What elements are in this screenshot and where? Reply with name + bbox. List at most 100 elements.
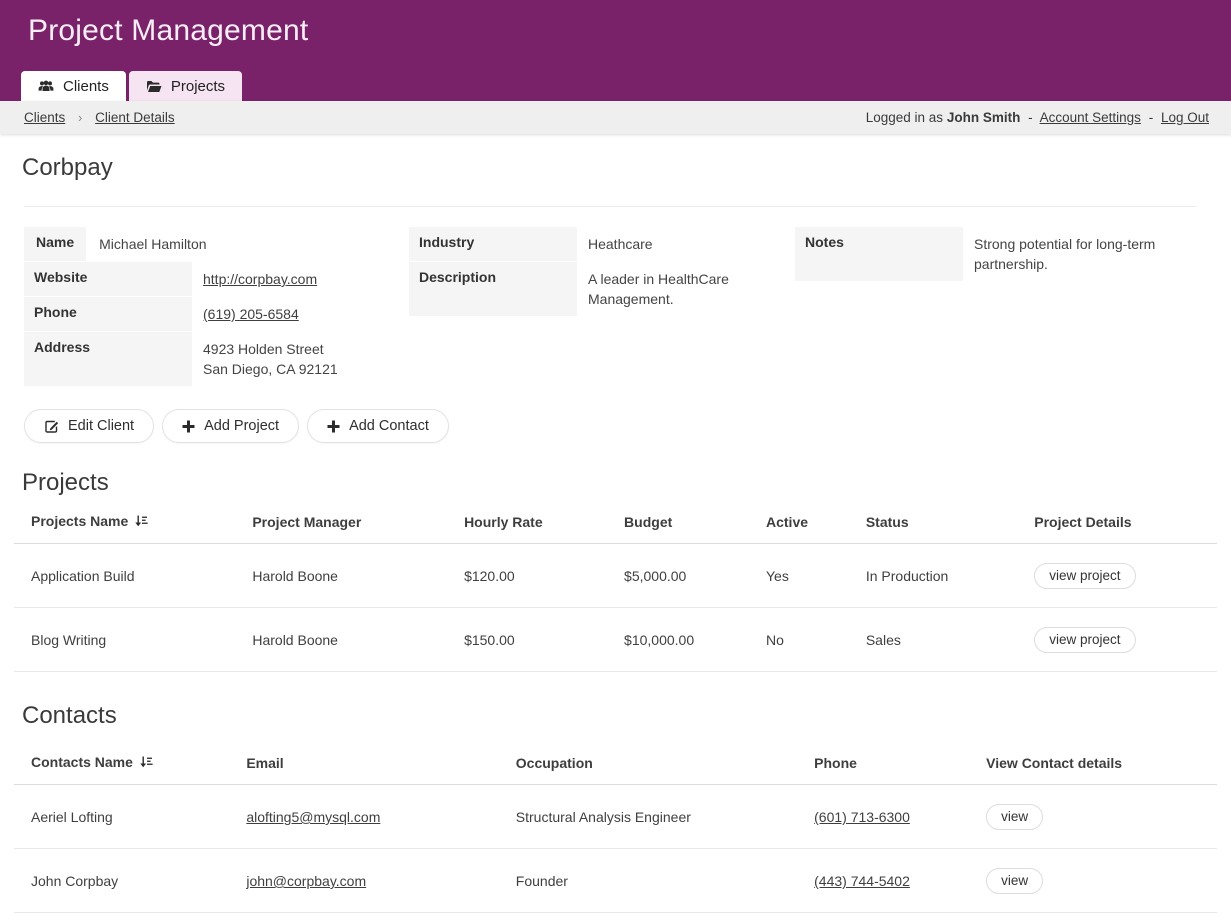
column-header-budget: Budget bbox=[607, 501, 749, 544]
detail-label: Notes bbox=[795, 227, 963, 281]
breadcrumb: Clients › Client Details bbox=[24, 110, 175, 125]
pencil-square-icon bbox=[44, 419, 59, 434]
contact-phone-cell bbox=[797, 913, 969, 916]
contacts-table: Contacts Name Email Occupation bbox=[14, 742, 1217, 916]
breadcrumb-link-clients[interactable]: Clients bbox=[24, 110, 65, 125]
column-header-hourly-rate: Hourly Rate bbox=[447, 501, 607, 544]
detail-row-website: Website http://corpbay.com bbox=[24, 262, 390, 296]
contact-email-cell bbox=[229, 913, 498, 916]
projects-table: Projects Name Project Manager Hourly Rat… bbox=[14, 501, 1217, 672]
column-header-occupation: Occupation bbox=[499, 742, 797, 785]
detail-label: Name bbox=[24, 227, 86, 261]
address-line-1: 4923 Holden Street bbox=[203, 341, 324, 357]
contacts-header-row: Contacts Name Email Occupation bbox=[14, 742, 1217, 785]
column-header-label: Projects Name bbox=[31, 513, 128, 529]
sort-amount-icon bbox=[139, 755, 153, 772]
contact-occupation-cell: Founder bbox=[499, 849, 797, 913]
table-row: Blog Writing Harold Boone $150.00 $10,00… bbox=[14, 608, 1217, 672]
contact-name-cell: Aeriel Lofting bbox=[14, 785, 229, 849]
contact-email-link[interactable]: john@corpbay.com bbox=[246, 873, 366, 889]
tab-projects-label: Projects bbox=[171, 78, 225, 95]
app-title: Project Management bbox=[28, 14, 1231, 48]
session-user: John Smith bbox=[947, 110, 1021, 125]
client-details: Name Michael Hamilton Website http://cor… bbox=[24, 227, 1231, 387]
contact-occupation-cell bbox=[499, 913, 797, 916]
client-actions: Edit Client Add Project Add Contact bbox=[24, 409, 1231, 443]
phone-link[interactable]: (619) 205-6584 bbox=[203, 306, 299, 322]
plus-icon bbox=[327, 420, 340, 433]
contact-name-cell: John Corpbay bbox=[14, 849, 229, 913]
tab-clients[interactable]: Clients bbox=[21, 71, 126, 101]
session-prefix: Logged in as bbox=[866, 110, 943, 125]
detail-label: Website bbox=[24, 262, 192, 296]
project-name-cell: Application Build bbox=[14, 544, 235, 608]
topbar: Clients › Client Details Logged in as Jo… bbox=[0, 101, 1231, 134]
session-separator: - bbox=[1028, 110, 1033, 125]
account-settings-link[interactable]: Account Settings bbox=[1040, 110, 1141, 125]
view-project-button[interactable]: view project bbox=[1034, 563, 1135, 589]
column-header-project-details: Project Details bbox=[1017, 501, 1217, 544]
logout-link[interactable]: Log Out bbox=[1161, 110, 1209, 125]
detail-label: Phone bbox=[24, 297, 192, 331]
table-row: John Corpbay john@corpbay.com Founder (4… bbox=[14, 849, 1217, 913]
active-cell: Yes bbox=[749, 544, 849, 608]
view-contact-button[interactable]: view bbox=[986, 868, 1043, 894]
add-contact-button[interactable]: Add Contact bbox=[307, 409, 449, 443]
column-header-phone: Phone bbox=[797, 742, 969, 785]
edit-client-button[interactable]: Edit Client bbox=[24, 409, 154, 443]
divider bbox=[24, 206, 1196, 207]
contact-name-cell bbox=[14, 913, 229, 916]
breadcrumb-link-client-details[interactable]: Client Details bbox=[95, 110, 175, 125]
sort-amount-icon bbox=[134, 514, 148, 531]
hourly-rate-cell: $150.00 bbox=[447, 608, 607, 672]
plus-icon bbox=[182, 420, 195, 433]
edit-client-label: Edit Client bbox=[68, 418, 134, 434]
projects-header-row: Projects Name Project Manager Hourly Rat… bbox=[14, 501, 1217, 544]
website-link[interactable]: http://corpbay.com bbox=[203, 271, 317, 287]
column-header-email: Email bbox=[229, 742, 498, 785]
detail-label: Description bbox=[409, 262, 577, 316]
detail-row-address: Address 4923 Holden Street San Diego, CA… bbox=[24, 332, 390, 386]
view-contact-button[interactable]: view bbox=[986, 804, 1043, 830]
detail-row-name: Name Michael Hamilton bbox=[24, 227, 390, 261]
detail-value: Michael Hamilton bbox=[86, 227, 206, 261]
column-header-view-contact-details: View Contact details bbox=[969, 742, 1217, 785]
page: Project Management Clients bbox=[0, 0, 1231, 916]
contact-phone-link[interactable]: (443) 744-5402 bbox=[814, 873, 910, 889]
contact-occupation-cell: Structural Analysis Engineer bbox=[499, 785, 797, 849]
project-manager-cell: Harold Boone bbox=[235, 608, 447, 672]
main-content: Corbpay Name Michael Hamilton Website ht… bbox=[0, 134, 1231, 916]
project-manager-cell: Harold Boone bbox=[235, 544, 447, 608]
hourly-rate-cell: $120.00 bbox=[447, 544, 607, 608]
column-header-active: Active bbox=[749, 501, 849, 544]
table-row: Aeriel Lofting alofting5@mysql.com Struc… bbox=[14, 785, 1217, 849]
contact-email-link[interactable]: alofting5@mysql.com bbox=[246, 809, 380, 825]
project-name-cell: Blog Writing bbox=[14, 608, 235, 672]
column-header-projects-name[interactable]: Projects Name bbox=[14, 501, 235, 544]
status-cell: Sales bbox=[849, 608, 1017, 672]
budget-cell: $10,000.00 bbox=[607, 608, 749, 672]
client-details-right: Notes Strong potential for long-term par… bbox=[795, 227, 1196, 282]
view-project-button[interactable]: view project bbox=[1034, 627, 1135, 653]
detail-label: Industry bbox=[409, 227, 577, 261]
tab-projects[interactable]: Projects bbox=[129, 71, 242, 101]
column-header-status: Status bbox=[849, 501, 1017, 544]
detail-value: Heathcare bbox=[577, 227, 653, 261]
folder-open-icon bbox=[146, 80, 162, 93]
detail-row-industry: Industry Heathcare bbox=[409, 227, 740, 261]
client-details-middle: Industry Heathcare Description A leader … bbox=[409, 227, 740, 317]
session-info: Logged in as John Smith - Account Settin… bbox=[866, 110, 1209, 125]
main-tabs: Clients Projects bbox=[21, 71, 242, 101]
add-contact-label: Add Contact bbox=[349, 418, 429, 434]
contacts-heading: Contacts bbox=[22, 702, 1231, 730]
session-separator: - bbox=[1149, 110, 1154, 125]
add-project-button[interactable]: Add Project bbox=[162, 409, 299, 443]
active-cell: No bbox=[749, 608, 849, 672]
column-header-contacts-name[interactable]: Contacts Name bbox=[14, 742, 229, 785]
detail-value: Strong potential for long-term partnersh… bbox=[963, 227, 1196, 281]
users-icon bbox=[38, 80, 54, 93]
chevron-right-icon: › bbox=[78, 110, 82, 125]
detail-label: Address bbox=[24, 332, 192, 386]
contact-phone-link[interactable]: (601) 713-6300 bbox=[814, 809, 910, 825]
detail-row-phone: Phone (619) 205-6584 bbox=[24, 297, 390, 331]
